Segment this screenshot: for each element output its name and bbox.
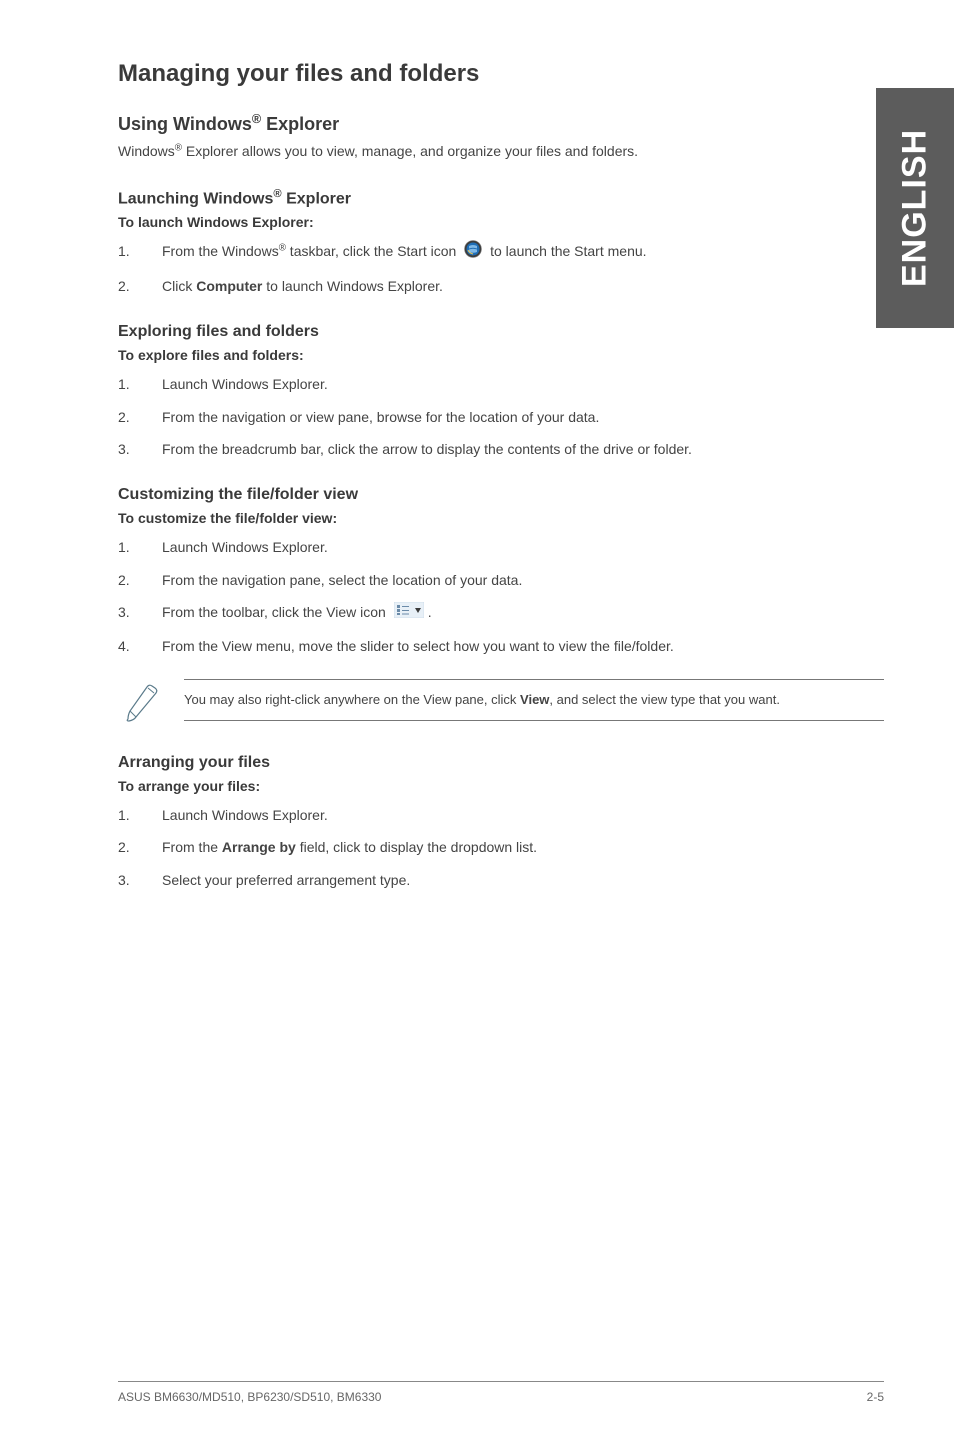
list-item: Launch Windows Explorer. — [118, 536, 884, 558]
list-item: From the Arrange by field, click to disp… — [118, 836, 884, 858]
registered-mark: ® — [279, 243, 286, 254]
list-item: From the View menu, move the slider to s… — [118, 635, 884, 657]
page-footer: ASUS BM6630/MD510, BP6230/SD510, BM6330 … — [118, 1381, 884, 1404]
para-suffix: Explorer allows you to view, manage, and… — [182, 143, 638, 159]
note-text-before: You may also right-click anywhere on the… — [184, 692, 520, 707]
note-text: You may also right-click anywhere on the… — [184, 679, 884, 721]
list-item: From the navigation pane, select the loc… — [118, 569, 884, 591]
list-item: From the toolbar, click the View icon . — [118, 601, 884, 624]
footer-page-number: 2-5 — [867, 1390, 884, 1404]
customizing-subhead: To customize the file/folder view: — [118, 510, 884, 526]
pencil-note-icon — [124, 681, 162, 728]
list-item: From the Windows® taskbar, click the Sta… — [118, 240, 884, 264]
step-strong: Computer — [196, 278, 262, 294]
list-item: Click Computer to launch Windows Explore… — [118, 275, 884, 297]
launching-steps: From the Windows® taskbar, click the Sta… — [118, 240, 884, 297]
main-heading: Managing your files and folders — [118, 60, 884, 88]
subsection-arranging: Arranging your files — [118, 754, 884, 772]
step-text-before: From the — [162, 839, 222, 855]
note-text-after: , and select the view type that you want… — [549, 692, 780, 707]
subsection-launching-explorer: Launching Windows® Explorer — [118, 188, 884, 208]
registered-mark: ® — [252, 112, 261, 126]
step-strong: Arrange by — [222, 839, 296, 855]
note-block: You may also right-click anywhere on the… — [118, 679, 884, 728]
exploring-subhead: To explore files and folders: — [118, 347, 884, 363]
footer-left: ASUS BM6630/MD510, BP6230/SD510, BM6330 — [118, 1390, 381, 1404]
subsection-exploring: Exploring files and folders — [118, 323, 884, 341]
heading-text: Using Windows — [118, 114, 252, 134]
step-text-after: . — [428, 604, 432, 620]
section1-paragraph: Windows® Explorer allows you to view, ma… — [118, 141, 884, 162]
step-text-before: From the toolbar, click the View icon — [162, 604, 390, 620]
language-side-tab: ENGLISH — [876, 88, 954, 328]
exploring-steps: Launch Windows Explorer. From the naviga… — [118, 373, 884, 460]
list-item: Launch Windows Explorer. — [118, 804, 884, 826]
step-text-after: to launch the Start menu. — [490, 243, 646, 259]
section-using-windows-explorer: Using Windows® Explorer — [118, 112, 884, 135]
registered-mark: ® — [175, 142, 182, 153]
heading-text: Launching Windows — [118, 190, 273, 207]
list-item: From the breadcrumb bar, click the arrow… — [118, 438, 884, 460]
subsection-customizing: Customizing the file/folder view — [118, 486, 884, 504]
view-dropdown-icon — [394, 602, 424, 624]
note-strong: View — [520, 692, 549, 707]
arranging-steps: Launch Windows Explorer. From the Arrang… — [118, 804, 884, 891]
list-item: From the navigation or view pane, browse… — [118, 406, 884, 428]
step-text: From the Windows — [162, 243, 279, 259]
para-prefix: Windows — [118, 143, 175, 159]
launching-subhead: To launch Windows Explorer: — [118, 214, 884, 230]
step-text-mid: taskbar, click the Start icon — [286, 243, 460, 259]
registered-mark: ® — [273, 188, 281, 200]
customizing-steps: Launch Windows Explorer. From the naviga… — [118, 536, 884, 657]
list-item: Launch Windows Explorer. — [118, 373, 884, 395]
step-text-before: Click — [162, 278, 196, 294]
step-text-after: to launch Windows Explorer. — [262, 278, 443, 294]
heading-text-suffix: Explorer — [261, 114, 339, 134]
start-orb-icon — [464, 240, 482, 264]
list-item: Select your preferred arrangement type. — [118, 869, 884, 891]
arranging-subhead: To arrange your files: — [118, 778, 884, 794]
step-text-after: field, click to display the dropdown lis… — [296, 839, 537, 855]
heading-text-suffix: Explorer — [282, 190, 351, 207]
